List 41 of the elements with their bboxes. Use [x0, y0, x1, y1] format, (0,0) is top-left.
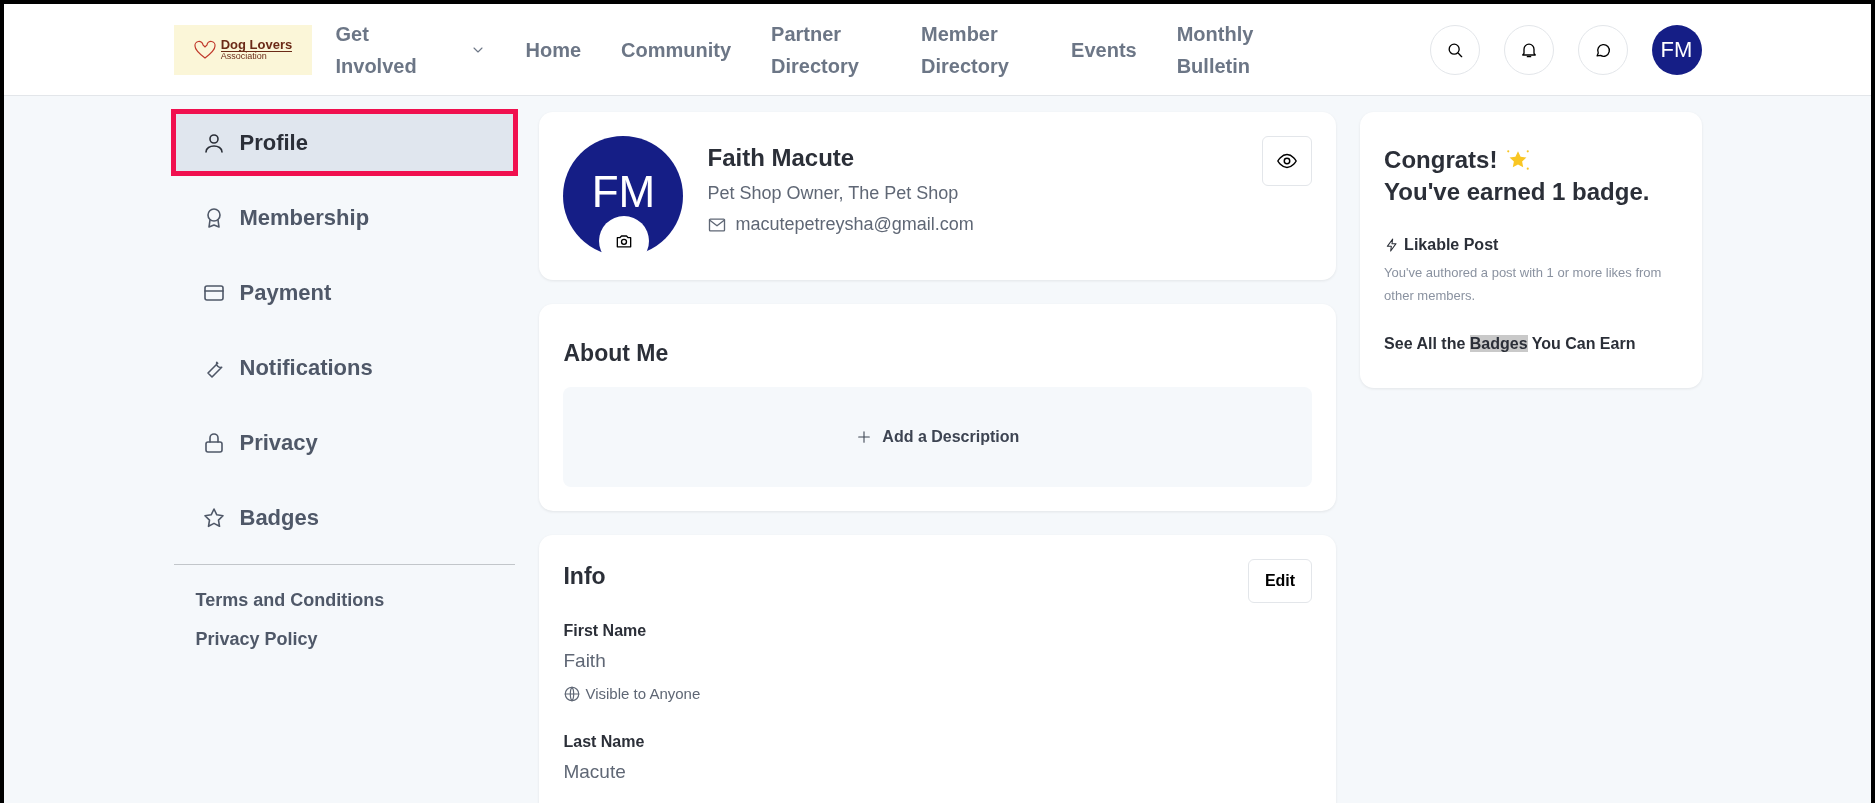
nav-link[interactable]: Monthly Bulletin: [1176, 17, 1287, 82]
sidebar-item[interactable]: Badges: [173, 487, 516, 548]
sidebar-item[interactable]: Notifications: [173, 337, 516, 398]
footer-link[interactable]: Terms and Conditions: [173, 581, 407, 620]
card-title: About Me: [563, 339, 670, 368]
badge-count-text: You've earned 1 badge.: [1384, 177, 1651, 208]
footer-link[interactable]: Privacy Policy: [173, 620, 340, 659]
field-value: Faith: [563, 648, 607, 673]
logo-subtitle: Association: [220, 51, 293, 61]
field-label: Last Name: [563, 731, 646, 752]
profile-name: Faith Macute: [707, 143, 856, 173]
add-description-button[interactable]: Add a Description: [563, 386, 1313, 487]
globe-icon: [563, 685, 582, 704]
user-avatar[interactable]: FM: [1651, 24, 1702, 75]
field-label: First Name: [563, 620, 648, 641]
nav-link[interactable]: Member Directory: [921, 17, 1032, 82]
nav-link[interactable]: Events: [1071, 33, 1137, 66]
edit-button[interactable]: Edit: [1247, 558, 1313, 603]
logo[interactable]: Dog Lovers Association: [173, 24, 312, 75]
congrats-title: Congrats!: [1384, 145, 1498, 175]
nav-link[interactable]: Partner Directory: [771, 17, 882, 82]
profile-role: Pet Shop Owner, The Pet Shop: [707, 182, 960, 205]
nav-link[interactable]: Get Involved: [335, 17, 486, 82]
preview-button[interactable]: [1262, 136, 1313, 186]
sidebar-item[interactable]: Membership: [173, 187, 516, 248]
sidebar-item[interactable]: Profile: [173, 112, 516, 173]
logo-title: Dog Lovers: [220, 38, 293, 51]
card-title: Info: [563, 561, 606, 591]
avatar-initials: FM: [590, 170, 657, 214]
profile-email: macutepetreysha@gmail.com: [735, 213, 974, 236]
plus-icon: [856, 428, 873, 445]
badge-name: Likable Post: [1404, 234, 1499, 255]
sidebar-item[interactable]: Privacy: [173, 412, 516, 473]
nav-link[interactable]: Community: [621, 33, 732, 66]
nav-link[interactable]: Home: [525, 33, 582, 66]
badge-description: You've authored a post with 1 or more likes from other members.: [1384, 263, 1663, 306]
star-icon: [201, 505, 226, 530]
badges-link[interactable]: See All the Badges You Can Earn: [1384, 331, 1636, 356]
visibility-label: Visible to Anyone: [585, 684, 701, 704]
sidebar-item[interactable]: Payment: [173, 262, 516, 323]
field-value: Macute: [563, 759, 627, 784]
